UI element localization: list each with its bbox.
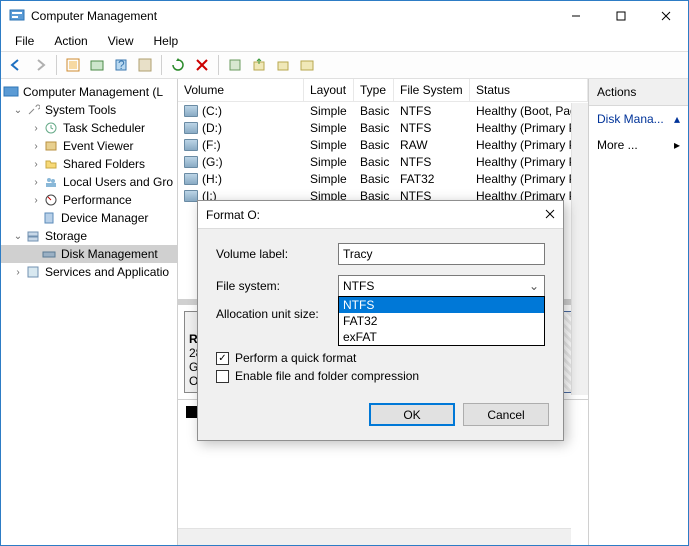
tools-icon bbox=[25, 102, 41, 118]
filesystem-dropdown: NTFS FAT32 exFAT bbox=[338, 296, 545, 346]
actions-more[interactable]: More ... ▸ bbox=[589, 132, 688, 158]
toolbar-icon-5[interactable] bbox=[224, 54, 246, 76]
compression-label: Enable file and folder compression bbox=[235, 369, 419, 383]
quick-format-row[interactable]: ✓ Perform a quick format bbox=[216, 351, 545, 365]
tree-event-viewer[interactable]: ›Event Viewer bbox=[1, 137, 177, 155]
tree-system-tools[interactable]: ⌄ System Tools bbox=[1, 101, 177, 119]
toolbar-icon-3[interactable]: ? bbox=[110, 54, 132, 76]
chevron-right-icon[interactable]: › bbox=[29, 159, 43, 170]
event-icon bbox=[43, 138, 59, 154]
chevron-right-icon[interactable]: › bbox=[29, 141, 43, 152]
chevron-down-icon[interactable]: ⌄ bbox=[11, 105, 25, 116]
col-layout[interactable]: Layout bbox=[304, 79, 354, 101]
filesystem-combobox[interactable]: NTFS ⌄ NTFS FAT32 exFAT bbox=[338, 275, 545, 297]
tree-storage[interactable]: ⌄Storage bbox=[1, 227, 177, 245]
close-button[interactable] bbox=[643, 1, 688, 31]
dialog-close-button[interactable] bbox=[545, 208, 555, 222]
col-type[interactable]: Type bbox=[354, 79, 394, 101]
forward-button[interactable] bbox=[29, 54, 51, 76]
disk-icon bbox=[41, 246, 57, 262]
chevron-right-icon[interactable]: › bbox=[29, 177, 43, 188]
table-row[interactable]: (G:)SimpleBasicNTFSHealthy (Primary Part bbox=[178, 153, 588, 170]
table-header: Volume Layout Type File System Status bbox=[178, 79, 588, 102]
tree-task-scheduler[interactable]: ›Task Scheduler bbox=[1, 119, 177, 137]
back-button[interactable] bbox=[5, 54, 27, 76]
fs-option-ntfs[interactable]: NTFS bbox=[339, 297, 544, 313]
menubar: File Action View Help bbox=[1, 31, 688, 51]
col-volume[interactable]: Volume bbox=[178, 79, 304, 101]
quick-format-label: Perform a quick format bbox=[235, 351, 356, 365]
toolbar: ? bbox=[1, 51, 688, 79]
volume-label-label: Volume label: bbox=[216, 247, 338, 261]
svg-text:?: ? bbox=[118, 58, 125, 72]
vertical-scrollbar[interactable] bbox=[571, 103, 588, 395]
storage-icon bbox=[25, 228, 41, 244]
tree-device-manager[interactable]: Device Manager bbox=[1, 209, 177, 227]
compression-checkbox[interactable] bbox=[216, 370, 229, 383]
fs-option-exfat[interactable]: exFAT bbox=[339, 329, 544, 345]
collapse-icon: ▴ bbox=[674, 112, 680, 126]
device-icon bbox=[41, 210, 57, 226]
menu-view[interactable]: View bbox=[100, 32, 142, 50]
ok-button[interactable]: OK bbox=[369, 403, 455, 426]
toolbar-icon-4[interactable] bbox=[134, 54, 156, 76]
compression-row[interactable]: Enable file and folder compression bbox=[216, 369, 545, 383]
computer-icon bbox=[3, 84, 19, 100]
dialog-titlebar: Format O: bbox=[198, 201, 563, 229]
chevron-right-icon[interactable]: › bbox=[29, 123, 43, 134]
actions-disk-management[interactable]: Disk Mana... ▴ bbox=[589, 106, 688, 132]
toolbar-icon-2[interactable] bbox=[86, 54, 108, 76]
toolbar-icon-7[interactable] bbox=[272, 54, 294, 76]
performance-icon bbox=[43, 192, 59, 208]
actions-pane: Actions Disk Mana... ▴ More ... ▸ bbox=[589, 79, 688, 545]
clock-icon bbox=[43, 120, 59, 136]
tree-services[interactable]: ›Services and Applicatio bbox=[1, 263, 177, 281]
dialog-title: Format O: bbox=[206, 208, 545, 222]
cancel-button[interactable]: Cancel bbox=[463, 403, 549, 426]
tree-performance[interactable]: ›Performance bbox=[1, 191, 177, 209]
toolbar-icon-8[interactable] bbox=[296, 54, 318, 76]
quick-format-checkbox[interactable]: ✓ bbox=[216, 352, 229, 365]
table-row[interactable]: (H:)SimpleBasicFAT32Healthy (Primary Par… bbox=[178, 170, 588, 187]
volume-label-input[interactable] bbox=[338, 243, 545, 265]
filesystem-value: NTFS bbox=[343, 279, 374, 293]
users-icon bbox=[43, 174, 59, 190]
chevron-down-icon: ⌄ bbox=[526, 278, 542, 294]
horizontal-scrollbar[interactable] bbox=[178, 528, 571, 545]
tree-disk-management[interactable]: Disk Management bbox=[1, 245, 177, 263]
table-row[interactable]: (F:)SimpleBasicRAWHealthy (Primary Part bbox=[178, 136, 588, 153]
tree-root[interactable]: Computer Management (L bbox=[1, 83, 177, 101]
col-status[interactable]: Status bbox=[470, 79, 588, 101]
app-icon bbox=[9, 8, 25, 24]
allocation-label: Allocation unit size: bbox=[216, 307, 338, 321]
filesystem-label: File system: bbox=[216, 279, 338, 293]
chevron-right-icon[interactable]: › bbox=[29, 195, 43, 206]
actions-header: Actions bbox=[589, 79, 688, 106]
table-row[interactable]: (C:)SimpleBasicNTFSHealthy (Boot, Page F bbox=[178, 102, 588, 119]
format-dialog: Format O: Volume label: File system: NTF… bbox=[197, 200, 564, 441]
delete-icon[interactable] bbox=[191, 54, 213, 76]
fs-option-fat32[interactable]: FAT32 bbox=[339, 313, 544, 329]
menu-help[interactable]: Help bbox=[146, 32, 187, 50]
table-row[interactable]: (D:)SimpleBasicNTFSHealthy (Primary Part bbox=[178, 119, 588, 136]
services-icon bbox=[25, 264, 41, 280]
tree-local-users[interactable]: ›Local Users and Gro bbox=[1, 173, 177, 191]
chevron-right-icon: ▸ bbox=[674, 138, 680, 152]
toolbar-icon-6[interactable] bbox=[248, 54, 270, 76]
window-title: Computer Management bbox=[31, 9, 553, 23]
window-titlebar: Computer Management bbox=[1, 1, 688, 31]
navigation-tree: Computer Management (L ⌄ System Tools ›T… bbox=[1, 79, 178, 545]
tree-shared-folders[interactable]: ›Shared Folders bbox=[1, 155, 177, 173]
chevron-right-icon[interactable]: › bbox=[11, 267, 25, 278]
menu-file[interactable]: File bbox=[7, 32, 42, 50]
col-filesystem[interactable]: File System bbox=[394, 79, 470, 101]
menu-action[interactable]: Action bbox=[46, 32, 95, 50]
chevron-down-icon[interactable]: ⌄ bbox=[11, 231, 25, 242]
maximize-button[interactable] bbox=[598, 1, 643, 31]
folder-icon bbox=[43, 156, 59, 172]
toolbar-icon-1[interactable] bbox=[62, 54, 84, 76]
minimize-button[interactable] bbox=[553, 1, 598, 31]
refresh-icon[interactable] bbox=[167, 54, 189, 76]
